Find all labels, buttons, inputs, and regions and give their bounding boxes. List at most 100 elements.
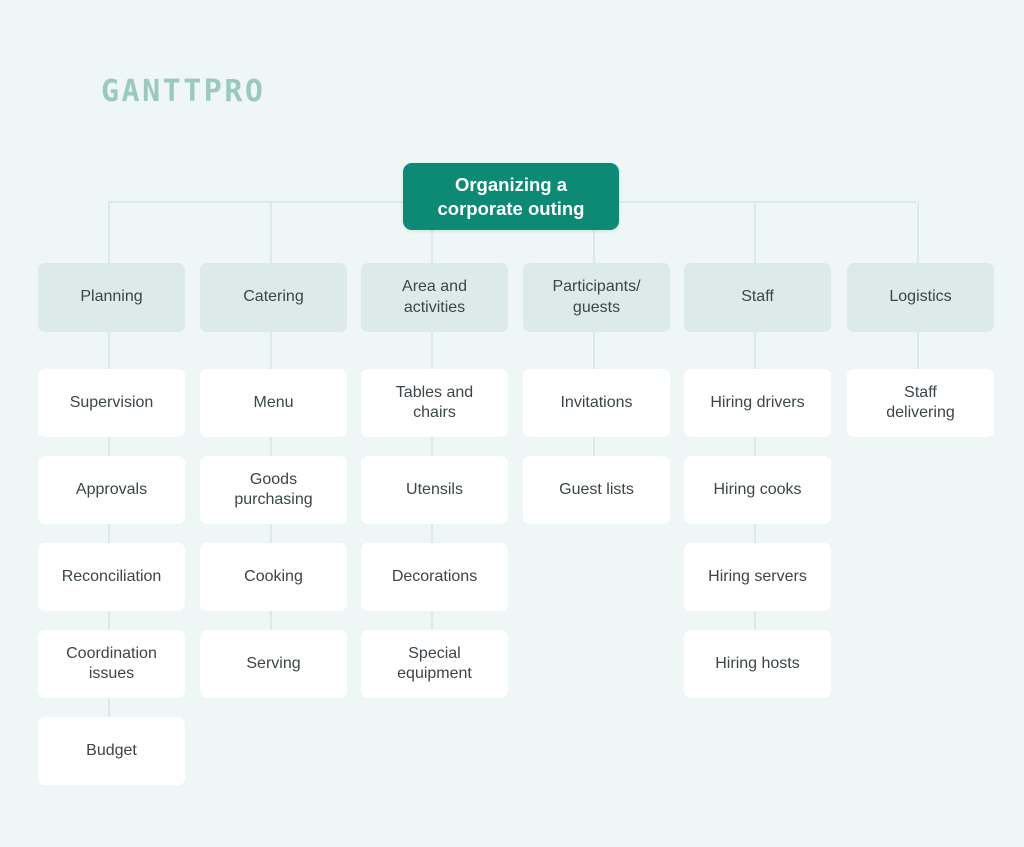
leaf-link-line: [431, 611, 433, 630]
leaf-node-1-1-box[interactable]: Supervision: [38, 369, 185, 437]
branch-node-6-box[interactable]: Logistics: [847, 263, 994, 332]
leaf-node-2-1-label: Menu: [253, 393, 294, 411]
leaf-link-line: [431, 437, 433, 456]
leaf-node-5-1[interactable]: Hiring drivers: [684, 369, 842, 437]
leaf-node-3-4-box[interactable]: Special equipment: [361, 630, 508, 698]
leaf-node-5-3[interactable]: Hiring servers: [684, 543, 842, 611]
leaf-node-5-1-box[interactable]: Hiring drivers: [684, 369, 831, 437]
branch-node-3-box[interactable]: Area and activities: [361, 263, 508, 332]
leaf-link-line: [108, 698, 110, 717]
leaf-node-3-2-box[interactable]: Utensils: [361, 456, 508, 524]
leaf-link-line: [593, 332, 595, 369]
leaf-node-2-1[interactable]: Menu: [200, 369, 358, 437]
leaf-node-3-1[interactable]: Tables and chairs: [361, 369, 519, 437]
leaf-node-4-2-box[interactable]: Guest lists: [523, 456, 670, 524]
branch-node-5[interactable]: Staff: [684, 263, 843, 332]
branch-accent-bar: [506, 263, 520, 332]
leaf-node-2-4[interactable]: Serving: [200, 630, 358, 698]
branch-node-1-label: Planning: [80, 288, 143, 306]
leaf-link-line: [754, 437, 756, 456]
leaf-node-6-1[interactable]: Staff delivering: [847, 369, 1005, 437]
branch-node-1-box[interactable]: Planning: [38, 263, 185, 332]
leaf-node-2-1-box[interactable]: Menu: [200, 369, 347, 437]
leaf-node-3-3-label: Decorations: [391, 567, 478, 585]
leaf-link-line: [431, 524, 433, 543]
branch-node-4-label: Participants/guests: [552, 278, 641, 316]
leaf-node-1-5-box[interactable]: Budget: [38, 717, 185, 785]
leaf-node-1-2-box[interactable]: Approvals: [38, 456, 185, 524]
leaf-link-line: [754, 611, 756, 630]
leaf-link-line: [270, 611, 272, 630]
branch-node-1[interactable]: Planning: [38, 263, 197, 332]
leaf-node-5-2-box[interactable]: Hiring cooks: [684, 456, 831, 524]
leaf-node-3-3[interactable]: Decorations: [361, 543, 519, 611]
diagram-canvas: GANTTPRO Planning Supervision Approvals Rec…: [0, 0, 1024, 847]
branch-accent-bar: [668, 263, 682, 332]
leaf-node-5-4-box[interactable]: Hiring hosts: [684, 630, 831, 698]
branch-node-2[interactable]: Catering: [200, 263, 359, 332]
branch-node-5-label: Staff: [741, 288, 774, 306]
leaf-node-3-1-box[interactable]: Tables and chairs: [361, 369, 508, 437]
leaf-link-line: [270, 524, 272, 543]
leaf-node-2-4-label: Serving: [246, 654, 301, 672]
branch-node-6[interactable]: Logistics: [847, 263, 1006, 332]
root-node[interactable]: Organizing a corporate outing: [403, 163, 619, 230]
leaf-node-2-2[interactable]: Goods purchasing: [200, 456, 358, 524]
branch-accent-bar: [183, 263, 197, 332]
leaf-node-3-3-box[interactable]: Decorations: [361, 543, 508, 611]
leaf-node-5-3-box[interactable]: Hiring servers: [684, 543, 831, 611]
branch-accent-bar: [345, 263, 359, 332]
leaf-node-6-1-box[interactable]: Staff delivering: [847, 369, 994, 437]
leaf-node-4-2[interactable]: Guest lists: [523, 456, 681, 524]
leaf-node-1-5[interactable]: Budget: [38, 717, 196, 785]
branch-drop-line: [917, 201, 919, 263]
leaf-node-5-4[interactable]: Hiring hosts: [684, 630, 842, 698]
leaf-node-4-1-label: Invitations: [560, 393, 633, 411]
branch-node-6-label: Logistics: [889, 288, 952, 306]
branch-node-5-box[interactable]: Staff: [684, 263, 831, 332]
leaf-node-1-3-label: Reconciliation: [61, 567, 162, 585]
leaf-node-5-2[interactable]: Hiring cooks: [684, 456, 842, 524]
leaf-node-1-5-label: Budget: [86, 741, 137, 759]
leaf-node-1-1[interactable]: Supervision: [38, 369, 196, 437]
leaf-node-5-1-label: Hiring drivers: [710, 393, 805, 411]
leaf-node-4-2-label: Guest lists: [559, 480, 634, 498]
leaf-link-line: [754, 332, 756, 369]
leaf-node-3-4[interactable]: Special equipment: [361, 630, 519, 698]
leaf-node-2-3[interactable]: Cooking: [200, 543, 358, 611]
leaf-node-1-2-label: Approvals: [75, 480, 148, 498]
leaf-link-line: [108, 437, 110, 456]
leaf-node-5-3-label: Hiring servers: [708, 567, 807, 585]
leaf-node-4-1-box[interactable]: Invitations: [523, 369, 670, 437]
leaf-node-2-2-box[interactable]: Goods purchasing: [200, 456, 347, 524]
branch-node-4[interactable]: Participants/guests: [523, 263, 682, 332]
leaf-node-3-1-label: Tables and chairs: [395, 383, 474, 421]
leaf-node-2-3-box[interactable]: Cooking: [200, 543, 347, 611]
branch-accent-bar: [829, 263, 843, 332]
leaf-node-6-1-label: Staff delivering: [886, 383, 955, 421]
leaf-node-2-3-label: Cooking: [244, 567, 303, 585]
leaf-node-1-2[interactable]: Approvals: [38, 456, 196, 524]
leaf-link-line: [108, 524, 110, 543]
branch-drop-line: [754, 201, 756, 263]
leaf-node-5-2-label: Hiring cooks: [713, 480, 802, 498]
leaf-link-line: [270, 437, 272, 456]
branch-node-4-box[interactable]: Participants/guests: [523, 263, 670, 332]
leaf-node-1-3-box[interactable]: Reconciliation: [38, 543, 185, 611]
branch-node-2-box[interactable]: Catering: [200, 263, 347, 332]
branch-node-3[interactable]: Area and activities: [361, 263, 520, 332]
branch-drop-line: [108, 201, 110, 263]
root-node-box[interactable]: Organizing a corporate outing: [403, 163, 619, 230]
leaf-node-1-3[interactable]: Reconciliation: [38, 543, 196, 611]
leaf-node-3-2[interactable]: Utensils: [361, 456, 519, 524]
root-node-label: Organizing a corporate outing: [437, 174, 585, 219]
ganttpro-logo: GANTTPRO: [101, 74, 266, 109]
leaf-node-2-4-box[interactable]: Serving: [200, 630, 347, 698]
leaf-link-line: [108, 611, 110, 630]
leaf-node-4-1[interactable]: Invitations: [523, 369, 681, 437]
branch-node-2-label: Catering: [243, 288, 304, 306]
leaf-node-3-2-label: Utensils: [406, 480, 463, 498]
leaf-node-1-4[interactable]: Coordination issues: [38, 630, 196, 698]
leaf-node-1-4-label: Coordination issues: [66, 644, 157, 682]
leaf-node-1-4-box[interactable]: Coordination issues: [38, 630, 185, 698]
